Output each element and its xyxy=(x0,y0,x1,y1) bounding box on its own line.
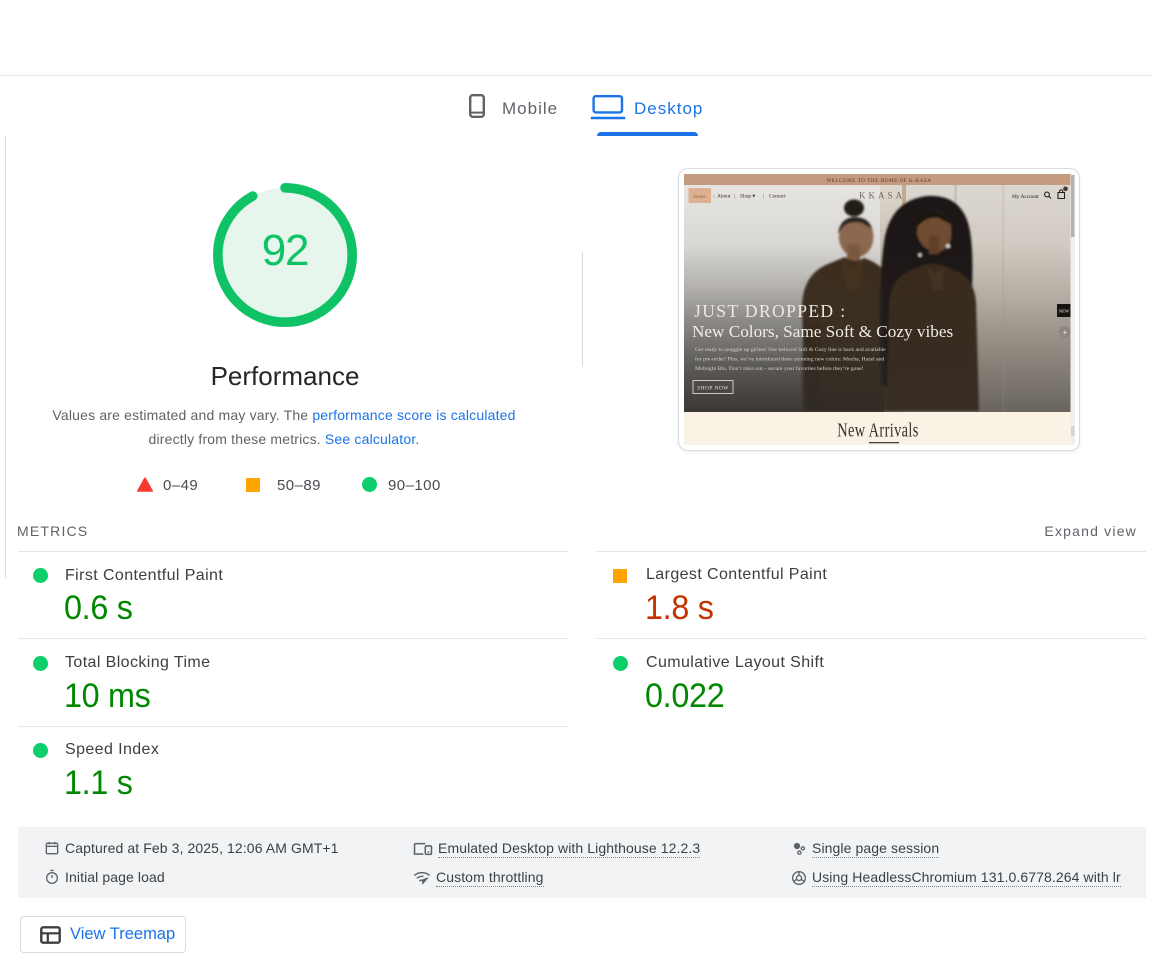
svg-text:About: About xyxy=(717,194,731,200)
svg-text:+: + xyxy=(1063,328,1068,337)
svg-text:JUST DROPPED :: JUST DROPPED : xyxy=(694,301,847,321)
svg-text:NEW: NEW xyxy=(1059,309,1070,314)
svg-text:|: | xyxy=(734,195,735,200)
svg-text:New Arrivals: New Arrivals xyxy=(837,418,918,441)
svg-text:WELCOME TO THE HOME OF K-KASA: WELCOME TO THE HOME OF K-KASA xyxy=(826,179,931,184)
svg-text:Shop ▾: Shop ▾ xyxy=(740,194,755,200)
svg-text:Get ready to snuggle up girlie: Get ready to snuggle up girlies! Our bel… xyxy=(695,346,886,353)
svg-text:SHOP NOW: SHOP NOW xyxy=(697,386,729,392)
svg-text:|: | xyxy=(714,195,715,200)
svg-text:New Colors, Same Soft & Cozy v: New Colors, Same Soft & Cozy vibes xyxy=(692,322,953,341)
svg-text:My Account: My Account xyxy=(1012,194,1039,200)
svg-text:|: | xyxy=(763,195,764,200)
svg-text:Midnight Blu. Don’t miss out –: Midnight Blu. Don’t miss out – secure yo… xyxy=(695,365,864,372)
svg-text:KKASA: KKASA xyxy=(859,191,905,201)
svg-text:Contact: Contact xyxy=(769,194,786,200)
svg-text:for pre-order! Plus, we’ve int: for pre-order! Plus, we’ve introduced th… xyxy=(695,356,885,363)
svg-text:Home: Home xyxy=(693,194,706,200)
